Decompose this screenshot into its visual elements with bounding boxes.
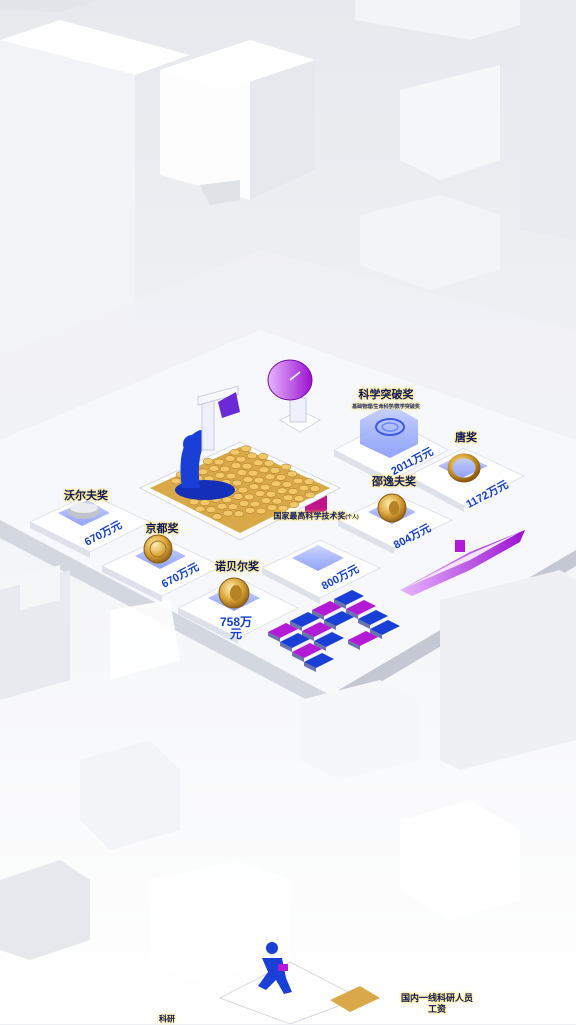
gold-coin [197, 468, 209, 476]
gold-coin [199, 499, 211, 506]
gold-coin [309, 485, 321, 492]
gold-coin [227, 503, 239, 511]
gold-coin [214, 472, 226, 479]
gold-coin [304, 491, 316, 499]
gold-coin [205, 506, 217, 513]
award-title-crafoord: 唐奖 [455, 432, 477, 444]
gold-coin [288, 501, 300, 509]
gold-coin [286, 470, 298, 478]
gold-coin [263, 460, 275, 467]
award-title-breakthrough-text: 科学突破奖 [358, 389, 414, 401]
gold-coin [246, 452, 258, 460]
gold-coin [208, 465, 220, 472]
bottom-label-left: 科研 [159, 1014, 175, 1024]
gold-coin [293, 495, 305, 502]
gold-coin [238, 500, 250, 507]
shaw-medal-icon [377, 493, 407, 523]
gold-coin [216, 502, 228, 510]
gold-coin [282, 494, 294, 502]
gold-coin [225, 472, 237, 480]
gold-coin [259, 483, 271, 491]
silver-bowl-icon [68, 503, 100, 519]
gold-coin [230, 462, 242, 469]
gold-coin [257, 453, 269, 460]
gold-coin [271, 497, 283, 505]
award-title-national: 国家最高科学技术奖(个人) [273, 511, 358, 522]
gold-coin [236, 469, 248, 476]
gold-coin [243, 493, 255, 501]
gold-coin [264, 473, 276, 481]
gold-coin [244, 507, 256, 514]
gold-coin [222, 509, 234, 517]
gold-coin [237, 486, 249, 494]
gold-coin [202, 458, 214, 465]
gold-coin [298, 484, 310, 492]
gold-coin [249, 500, 261, 508]
gold-coin [242, 476, 254, 483]
gold-coin [233, 510, 245, 518]
gold-coin [241, 462, 253, 470]
gold-coin [247, 469, 259, 477]
gold-coin [252, 459, 264, 467]
gold-coin [224, 455, 236, 462]
gold-coin [287, 488, 299, 495]
gold-coin [280, 463, 292, 471]
gold-medal-icon [143, 534, 173, 564]
bottom-label-right: 国内一线科研人员工资 [401, 993, 474, 1014]
gold-coin [260, 497, 272, 504]
gold-coin [270, 480, 282, 488]
award-subtitle-breakthrough: 基础物理/生命科学/数学突破奖 [352, 404, 420, 410]
award-title-kyoto: 京都奖 [145, 523, 179, 535]
award-subtitle-national: (个人) [345, 514, 359, 521]
gold-coin [229, 448, 241, 456]
gold-coin [254, 490, 266, 497]
gold-coin [194, 505, 206, 513]
gold-coin [276, 487, 288, 495]
gold-coin [253, 476, 265, 484]
gold-coin [255, 507, 267, 515]
gold-coin [281, 481, 293, 488]
gold-coin [258, 466, 270, 474]
gold-coin [303, 478, 315, 485]
gold-coin [188, 498, 200, 506]
award-title-national-text: 国家最高科学技术奖 [273, 511, 346, 521]
gold-coin [265, 490, 277, 498]
gold-coin [235, 455, 247, 463]
gold-coin [170, 477, 182, 485]
award-value-nobel: 758万元 [219, 615, 253, 641]
gold-coin [231, 479, 243, 487]
gold-coin [219, 465, 231, 473]
award-title-nobel: 诺贝尔奖 [215, 561, 259, 573]
gold-coin [269, 467, 281, 474]
gold-coin [275, 474, 287, 481]
gold-coin [213, 458, 225, 466]
award-title-wolf: 沃尔夫奖 [64, 490, 108, 502]
gold-coin [211, 513, 223, 520]
gold-coin [240, 445, 252, 453]
gold-coin [232, 493, 244, 500]
award-title-breakthrough: 科学突破奖 基础物理/生命科学/数学突破奖 [352, 386, 420, 410]
nobel-medal-icon [218, 577, 250, 609]
gold-coin [248, 483, 260, 490]
gold-coin [292, 477, 304, 485]
